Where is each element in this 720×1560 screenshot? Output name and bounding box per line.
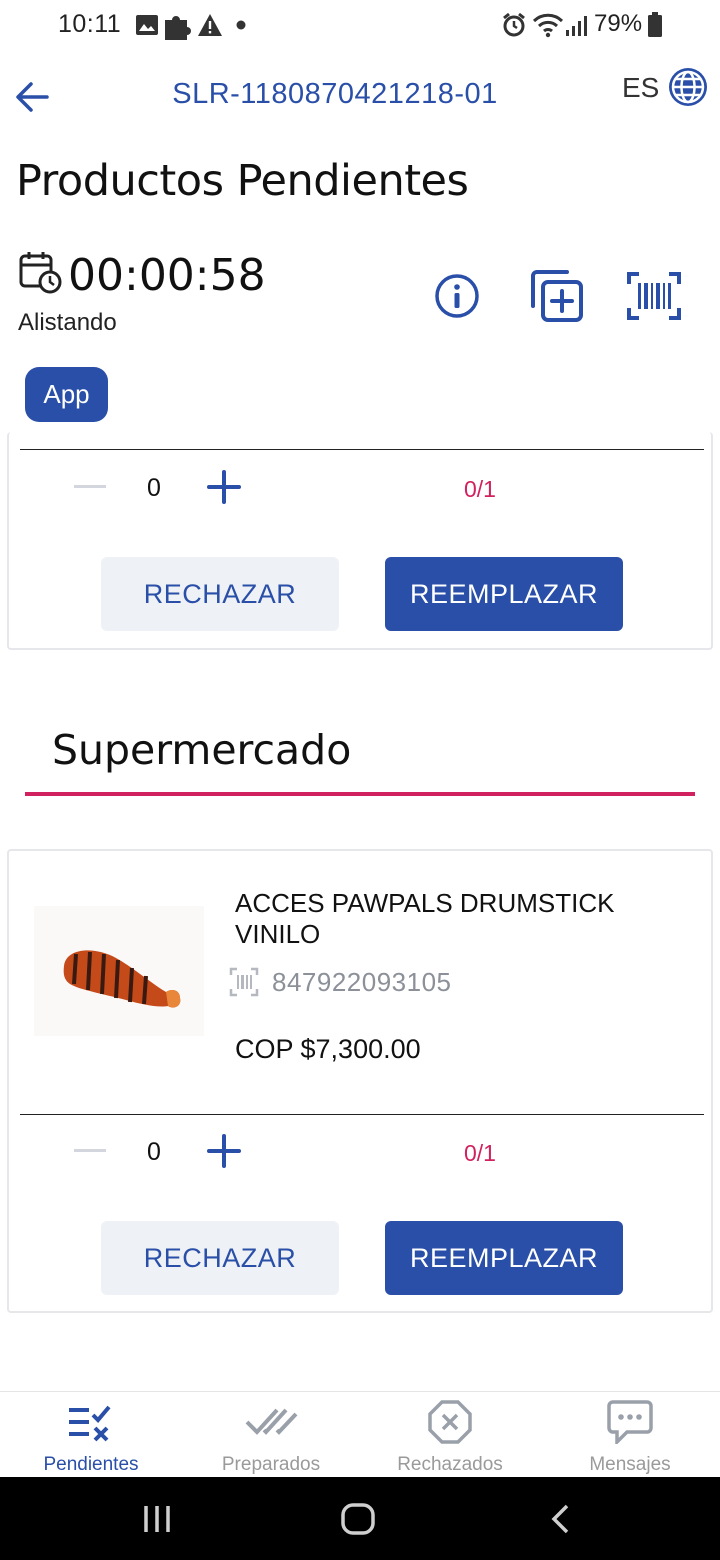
channel-chip[interactable]: App — [25, 367, 108, 422]
reject-button[interactable]: RECHAZAR — [101, 1221, 339, 1295]
signal-icon — [566, 16, 587, 36]
nav-label: Preparados — [221, 1454, 321, 1475]
alarm-icon — [503, 12, 525, 37]
dot-icon — [236, 20, 246, 30]
quantity-increase-button[interactable] — [207, 470, 241, 504]
double-check-icon — [245, 1408, 298, 1435]
quantity-value: 0 — [147, 1138, 161, 1166]
page-title: Productos Pendientes — [16, 156, 469, 206]
quantity-increase-button[interactable] — [207, 1134, 241, 1168]
home-icon[interactable] — [340, 1502, 376, 1536]
quantity-progress: 0/1 — [464, 476, 496, 502]
status-time: 10:11 — [58, 10, 122, 38]
wifi-icon — [532, 13, 564, 38]
bottom-navigation: Pendientes Preparados Rechazados Mensaje… — [0, 1391, 720, 1477]
reject-button[interactable]: RECHAZAR — [101, 557, 339, 631]
nav-label: Rechazados — [397, 1454, 503, 1475]
nav-tab-mensajes[interactable]: Mensajes — [540, 1392, 720, 1478]
elapsed-timer: 00:00:58 — [68, 250, 266, 301]
section-underline — [25, 792, 695, 796]
x-octagon-icon — [428, 1400, 472, 1444]
barcode-icon — [229, 967, 259, 997]
barcode-scan-icon[interactable] — [627, 270, 681, 322]
language-selector-label[interactable]: ES — [622, 72, 659, 104]
card-divider — [20, 1114, 704, 1115]
system-navigation-bar — [0, 1477, 720, 1560]
nav-tab-rechazados[interactable]: Rechazados — [360, 1392, 540, 1478]
nav-label: Pendientes — [43, 1454, 139, 1475]
product-sku: 847922093105 — [272, 967, 452, 997]
replace-button[interactable]: REEMPLAZAR — [385, 557, 623, 631]
quantity-progress: 0/1 — [464, 1140, 496, 1166]
puzzle-icon — [165, 16, 191, 40]
replace-button[interactable]: REEMPLAZAR — [385, 1221, 623, 1295]
section-title: Supermercado — [52, 726, 352, 774]
product-price: COP $7,300.00 — [235, 1034, 421, 1064]
order-id: SLR-1180870421218-01 — [172, 78, 498, 110]
globe-icon[interactable] — [667, 66, 709, 108]
product-name: ACCES PAWPALS DRUMSTICK VINILO — [235, 888, 615, 949]
card-divider — [20, 449, 704, 450]
warning-icon — [198, 14, 222, 36]
image-icon — [136, 15, 158, 35]
battery-icon — [648, 12, 662, 37]
quantity-decrease-button[interactable] — [74, 1149, 106, 1152]
nav-tab-preparados[interactable]: Preparados — [181, 1392, 361, 1478]
quantity-decrease-button[interactable] — [74, 485, 106, 488]
add-copy-icon[interactable] — [529, 268, 585, 324]
back-icon[interactable] — [548, 1503, 572, 1535]
info-icon[interactable] — [433, 272, 481, 320]
product-card: 0 0/1 RECHAZAR REEMPLAZAR — [7, 432, 713, 650]
calendar-clock-icon — [19, 252, 62, 294]
list-check-icon — [69, 1405, 111, 1442]
nav-tab-pendientes[interactable]: Pendientes — [1, 1392, 181, 1478]
product-image — [34, 906, 204, 1036]
recent-apps-icon[interactable] — [140, 1504, 174, 1534]
product-card: ACCES PAWPALS DRUMSTICK VINILO 847922093… — [7, 849, 713, 1313]
chat-icon — [607, 1400, 653, 1444]
battery-percentage: 79% — [594, 10, 643, 37]
order-status: Alistando — [18, 309, 117, 336]
nav-label: Mensajes — [589, 1454, 671, 1475]
status-bar: 10:11 79% — [0, 0, 720, 52]
quantity-value: 0 — [147, 474, 161, 502]
